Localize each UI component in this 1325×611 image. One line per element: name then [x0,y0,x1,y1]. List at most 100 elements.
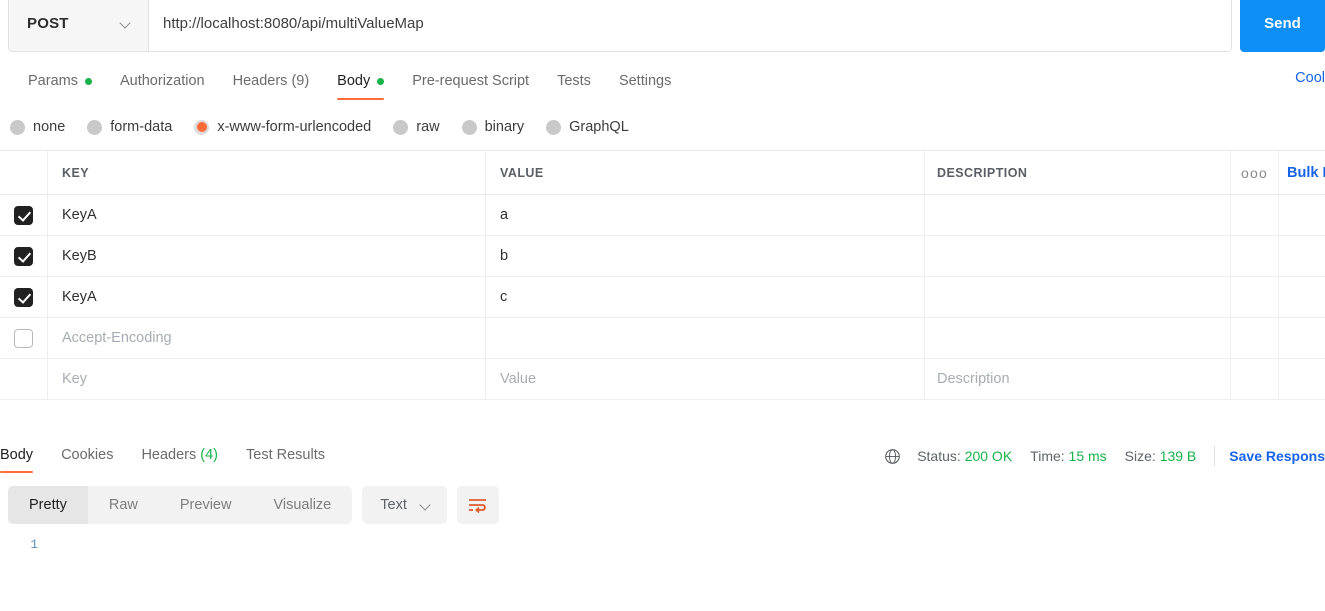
modified-dot-icon [377,77,385,85]
http-method-label: POST [27,14,69,32]
bulk-edit-button[interactable]: Bulk Edit [1287,165,1325,181]
radio-icon [87,119,103,135]
tab-body[interactable]: Body [323,62,398,100]
body-type-raw-label: raw [416,119,440,135]
http-method-selector[interactable]: POST [9,0,149,51]
save-response-button[interactable]: Save Respons [1229,448,1325,464]
radio-icon [393,119,409,135]
body-params-table: KEY VALUE DESCRIPTION ooo Bulk Edit KeyA… [0,150,1325,400]
response-size: Size: 139 B [1125,448,1197,464]
row-value[interactable]: c [500,289,507,305]
response-view-toolbar: Pretty Raw Preview Visualize Text [8,485,499,525]
url-input[interactable]: http://localhost:8080/api/multiValueMap [149,0,1231,51]
send-button[interactable]: Send [1240,0,1325,52]
row-checkbox[interactable] [14,246,33,266]
tab-body-label: Body [337,73,371,89]
row-checkbox[interactable] [14,205,33,225]
tab-pre-request-script-label: Pre-request Script [412,73,530,89]
postman-request-response-view: POST http://localhost:8080/api/multiValu… [0,0,1325,611]
body-type-none[interactable]: none [10,119,65,135]
table-new-row[interactable]: Key Value Description [0,359,1325,400]
row-key[interactable]: KeyB [62,248,97,264]
new-row-key-input[interactable]: Key [62,371,87,387]
body-type-graphql[interactable]: GraphQL [546,119,629,135]
tab-authorization[interactable]: Authorization [106,62,219,100]
table-header-row: KEY VALUE DESCRIPTION ooo Bulk Edit [0,151,1325,195]
response-format-selector[interactable]: Text [362,486,447,524]
body-type-raw[interactable]: raw [393,119,440,135]
view-mode-pretty[interactable]: Pretty [8,486,88,524]
tab-params[interactable]: Params [14,62,106,100]
divider [1214,446,1216,466]
tab-headers[interactable]: Headers (9) [219,62,324,100]
table-row[interactable]: KeyB b [0,236,1325,277]
tab-tests[interactable]: Tests [543,62,605,100]
tab-settings-label: Settings [618,73,672,89]
chevron-down-icon [121,18,132,29]
body-type-graphql-label: GraphQL [569,119,629,135]
response-format-label: Text [380,497,407,513]
response-tab-cookies-label: Cookies [61,447,114,463]
new-row-value-input[interactable]: Value [500,371,536,387]
view-mode-raw[interactable]: Raw [88,486,159,524]
response-tab-test-results[interactable]: Test Results [232,437,339,473]
tab-tests-label: Tests [557,73,591,89]
radio-icon [10,119,25,135]
response-body-editor[interactable]: 1 [0,530,1325,611]
response-tab-test-results-label: Test Results [246,447,325,463]
radio-selected-icon [194,119,210,135]
response-tab-cookies[interactable]: Cookies [47,437,127,473]
line-number: 1 [30,538,38,552]
tab-authorization-label: Authorization [119,73,205,89]
tab-settings[interactable]: Settings [605,62,685,100]
column-header-value: VALUE [500,165,544,180]
body-type-radio-group: none form-data x-www-form-urlencoded raw… [10,112,651,142]
radio-icon [461,119,477,135]
row-checkbox[interactable] [14,328,33,348]
chevron-down-icon [421,500,432,511]
new-row-description-input[interactable]: Description [937,371,1010,387]
response-tab-body[interactable]: Body [0,437,47,473]
tab-headers-label: Headers (9) [232,73,310,89]
response-status-bar: Status: 200 OK Time: 15 ms Size: 139 B S… [884,443,1325,469]
status-label: Status: [917,448,961,464]
table-row[interactable]: KeyA c [0,277,1325,318]
column-header-description: DESCRIPTION [937,165,1028,180]
response-tab-headers[interactable]: Headers (4) [127,437,232,473]
response-headers-count: (4) [200,447,218,463]
more-options-icon[interactable]: ooo [1241,165,1268,181]
body-type-none-label: none [33,119,66,135]
radio-icon [546,119,562,135]
header-checkbox-cell [0,151,48,194]
row-checkbox[interactable] [14,287,33,307]
view-mode-preview[interactable]: Preview [159,486,253,524]
body-type-form-data[interactable]: form-data [87,119,172,135]
tab-params-label: Params [28,73,78,89]
request-tabs: Params Authorization Headers (9) Body Pr… [0,62,1325,102]
row-key[interactable]: KeyA [62,289,97,305]
body-type-form-data-label: form-data [110,119,173,135]
size-label: Size: [1124,448,1156,464]
response-view-mode-group: Pretty Raw Preview Visualize [8,486,353,524]
tab-pre-request-script[interactable]: Pre-request Script [398,62,543,100]
table-row[interactable]: KeyA a [0,195,1325,236]
body-type-binary[interactable]: binary [461,119,524,135]
response-tab-headers-label: Headers [141,447,197,463]
url-text: http://localhost:8080/api/multiValueMap [163,14,424,32]
row-key[interactable]: KeyA [62,207,97,223]
row-key[interactable]: Accept-Encoding [62,330,172,346]
column-header-key: KEY [62,165,90,180]
table-row[interactable]: Accept-Encoding [0,318,1325,359]
modified-dot-icon [84,77,92,85]
size-value: 139 B [1159,448,1197,464]
word-wrap-icon [469,499,487,513]
body-type-x-www-form-urlencoded[interactable]: x-www-form-urlencoded [194,119,371,135]
row-value[interactable]: b [500,248,508,264]
cookies-link[interactable]: Cool [1295,70,1325,86]
status-code: Status: 200 OK [917,448,1012,464]
status-value: 200 OK [964,448,1013,464]
word-wrap-button[interactable] [456,486,499,524]
view-mode-visualize[interactable]: Visualize [252,486,352,524]
row-value[interactable]: a [500,207,508,223]
url-bar: POST http://localhost:8080/api/multiValu… [8,0,1232,52]
